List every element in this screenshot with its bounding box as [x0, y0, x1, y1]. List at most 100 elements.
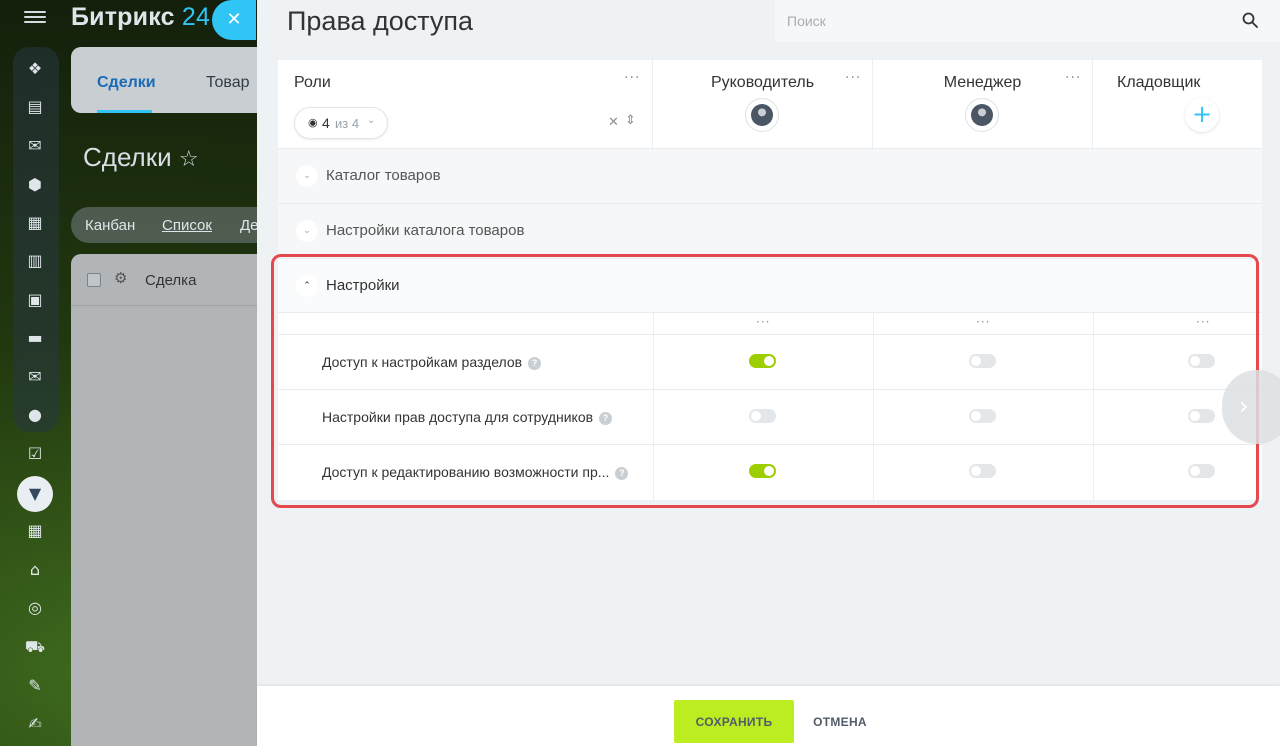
expand-all-icon[interactable]: ⇕: [625, 113, 636, 128]
section-catalog[interactable]: ⌄ Каталог товаров: [278, 148, 1262, 203]
deals-tabs-bar: Сделки Товар: [71, 47, 257, 113]
mail-icon[interactable]: ✉: [24, 366, 46, 388]
active-tab-indicator: [97, 110, 152, 113]
calendar-widget-icon[interactable]: ▤: [24, 96, 46, 118]
deals-table-header: ⚙ Сделка: [71, 254, 257, 306]
cancel-button[interactable]: ОТМЕНА: [805, 700, 875, 743]
column-divider: [1093, 312, 1094, 500]
permission-toggle[interactable]: [969, 354, 996, 368]
drive-icon[interactable]: ▬: [24, 327, 46, 349]
section-label: Настройки: [326, 277, 400, 294]
reports-icon[interactable]: ▦: [24, 520, 46, 542]
collapse-all-icon[interactable]: ✕: [608, 115, 619, 130]
permission-toggle[interactable]: [969, 409, 996, 423]
access-matrix: Роли ··· ◉ 4 из 4 ⌄ ✕ ⇕ Руководитель ···…: [278, 60, 1262, 500]
section-label: Каталог товаров: [326, 167, 441, 184]
column-dots-icon[interactable]: ···: [1196, 315, 1210, 329]
chevron-down-icon: ⌄: [296, 165, 318, 187]
chevron-up-icon: ⌃: [296, 275, 318, 297]
save-button[interactable]: СОХРАНИТЬ: [674, 700, 794, 743]
sign-icon[interactable]: ✍: [24, 713, 46, 735]
column-actions-row: ··· ··· ···: [278, 312, 1262, 334]
panel-title: Права доступа: [287, 6, 474, 36]
roles-menu-dots-icon[interactable]: ···: [624, 70, 640, 86]
scroll-right-button[interactable]: ›: [1222, 370, 1280, 444]
permission-toggle[interactable]: [749, 464, 776, 478]
document-icon[interactable]: ▥: [24, 250, 46, 272]
roles-counter-dropdown[interactable]: ◉ 4 из 4 ⌄: [294, 107, 388, 139]
view-list[interactable]: Список: [162, 217, 212, 234]
close-icon: ✕: [226, 9, 242, 30]
access-rights-panel: Права доступа Роли ··· ◉ 4 из 4 ⌄ ✕ ⇕ Ру…: [257, 0, 1280, 746]
select-all-checkbox[interactable]: [87, 273, 101, 287]
deals-views-bar: Канбан Список Де: [71, 207, 259, 243]
help-icon[interactable]: ?: [599, 412, 613, 425]
tab-products[interactable]: Товар: [206, 74, 250, 92]
permission-row: Доступ к настройкам разделов?: [278, 334, 1262, 389]
close-panel-button[interactable]: ✕: [212, 0, 256, 40]
counter-visible: 4: [322, 115, 330, 131]
permission-toggle[interactable]: [1188, 409, 1215, 423]
column-dots-icon[interactable]: ···: [756, 315, 770, 329]
groups-icon[interactable]: ●: [24, 404, 46, 426]
avatar[interactable]: [745, 98, 779, 132]
permission-toggle[interactable]: [1188, 354, 1215, 368]
tasks-icon[interactable]: ☑: [24, 443, 46, 465]
calendar-icon[interactable]: ▦: [24, 212, 46, 234]
column-dots-icon[interactable]: ···: [976, 315, 990, 329]
permission-toggle[interactable]: [749, 409, 776, 423]
chat-icon[interactable]: ✉: [24, 135, 46, 157]
permission-row: Настройки прав доступа для сотрудников?: [278, 389, 1262, 444]
search-icon[interactable]: [1242, 12, 1258, 28]
permission-toggle[interactable]: [969, 464, 996, 478]
permission-row: Доступ к редактированию возможности пр..…: [278, 444, 1262, 499]
permission-toggle[interactable]: [1188, 464, 1215, 478]
section-settings[interactable]: ⌃ Настройки: [278, 258, 1262, 313]
role-column-manager: Менеджер ···: [873, 60, 1093, 148]
permission-label: Доступ к настройкам разделов?: [322, 354, 542, 370]
left-app-rail: ❖ ▤ ✉ ⬢ ▦ ▥ ▣ ▬ ✉ ● ☑ ▼ ▦ ⌂ ◎ ⛟ ✎ ✍: [0, 0, 71, 746]
role-name: Руководитель: [710, 74, 815, 91]
help-icon[interactable]: ?: [615, 467, 629, 480]
role-name: Кладовщик: [1117, 74, 1201, 91]
help-icon[interactable]: ?: [528, 357, 542, 370]
panel-footer: СОХРАНИТЬ ОТМЕНА: [257, 686, 1280, 746]
deals-page-title: Сделки ☆: [83, 142, 199, 172]
edit-doc-icon[interactable]: ✎: [24, 675, 46, 697]
deals-table: ⚙ Сделка: [71, 254, 257, 746]
presentation-icon[interactable]: ▣: [24, 289, 46, 311]
deals-page-background: Сделки Товар Сделки ☆ Канбан Список Де ⚙…: [71, 47, 259, 746]
menu-burger-icon[interactable]: [24, 8, 46, 26]
tab-deals[interactable]: Сделки: [97, 74, 156, 92]
permission-toggle[interactable]: [749, 354, 776, 368]
plus-icon: +: [1191, 100, 1213, 128]
section-catalog-settings[interactable]: ⌄ Настройки каталога товаров: [278, 203, 1262, 258]
store-icon[interactable]: ⌂: [24, 559, 46, 581]
chevron-down-icon: ⌄: [296, 220, 318, 242]
column-divider: [873, 312, 874, 500]
eye-icon: ◉: [308, 116, 318, 129]
target-icon[interactable]: ◎: [24, 597, 46, 619]
role-column-storekeeper: Кладовщик +: [1093, 60, 1262, 148]
chevron-right-icon: ›: [1239, 392, 1249, 420]
section-label: Настройки каталога товаров: [326, 222, 525, 239]
view-kanban[interactable]: Канбан: [85, 217, 135, 234]
stream-icon[interactable]: ❖: [24, 58, 46, 80]
star-icon[interactable]: ☆: [179, 147, 199, 172]
cart-icon[interactable]: ⛟: [24, 636, 46, 658]
avatar[interactable]: [965, 98, 999, 132]
role-menu-dots-icon[interactable]: ···: [845, 70, 861, 86]
crm-funnel-icon[interactable]: ▼: [17, 476, 53, 512]
roles-label: Роли: [294, 74, 331, 91]
role-name: Менеджер: [943, 74, 1022, 91]
brand-logo[interactable]: Битрикс 24: [71, 3, 210, 32]
box-icon[interactable]: ⬢: [24, 174, 46, 196]
add-member-button[interactable]: +: [1185, 98, 1219, 132]
role-menu-dots-icon[interactable]: ···: [1065, 70, 1081, 86]
view-activities[interactable]: Де: [240, 217, 259, 234]
column-divider: [653, 312, 654, 500]
roles-header-cell: Роли ··· ◉ 4 из 4 ⌄ ✕ ⇕: [278, 60, 653, 148]
gear-icon[interactable]: ⚙: [114, 269, 127, 287]
search-input[interactable]: [775, 0, 1235, 42]
search-box: [775, 0, 1280, 42]
